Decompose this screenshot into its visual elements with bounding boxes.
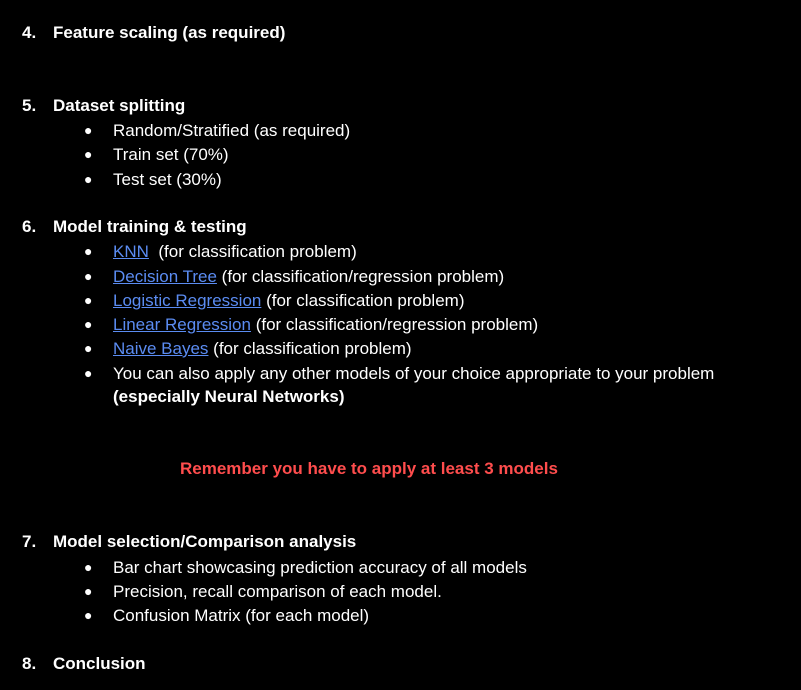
list-item: ● Decision Tree (for classification/regre… [84, 266, 504, 287]
bullet-icon: ● [84, 340, 93, 356]
list-item: ● Test set (30%) [84, 169, 222, 190]
bullet-icon: ● [84, 171, 93, 187]
section-heading-7: 7. Model selection/Comparison analysis [22, 532, 356, 552]
list-item-text: Test set (30%) [113, 170, 222, 189]
section-heading-8: 8. Conclusion [22, 654, 146, 674]
bullet-icon: ● [84, 316, 93, 332]
section-title: Feature scaling (as required) [53, 23, 286, 42]
list-item: ● Linear Regression (for classification/r… [84, 314, 538, 335]
list-item-continuation: (especially Neural Networks) [113, 387, 345, 406]
list-item: ● You can also apply any other models of … [84, 363, 714, 384]
bullet-icon: ● [84, 607, 93, 623]
document-page: 4. Feature scaling (as required) 5. Datase… [0, 0, 801, 690]
section-number: 6. [22, 217, 37, 236]
list-item: ● Random/Stratified (as required) [84, 120, 350, 141]
link-logistic-regression[interactable]: Logistic Regression [113, 291, 261, 310]
list-item-text: Train set (70%) [113, 145, 229, 164]
section-title: Conclusion [53, 654, 146, 673]
list-item: ● Train set (70%) [84, 144, 229, 165]
section-number: 4. [22, 23, 37, 42]
list-item-text: Random/Stratified (as required) [113, 121, 351, 140]
section-number: 8. [22, 654, 37, 673]
list-item-text: (for classification problem) [148, 242, 357, 261]
list-item: ● Naive Bayes (for classification problem… [84, 338, 412, 359]
list-item: ● Precision, recall comparison of each mo… [84, 581, 442, 602]
list-item-text: Bar chart showcasing prediction accuracy… [113, 558, 527, 577]
list-item-text: You can also apply any other models of y… [113, 364, 715, 383]
bullet-icon: ● [84, 292, 93, 308]
bullet-icon: ● [84, 583, 93, 599]
link-linear-regression[interactable]: Linear Regression [113, 315, 251, 334]
list-item-text: (for classification problem) [208, 339, 412, 358]
bullet-icon: ● [84, 365, 93, 381]
list-item-text: Precision, recall comparison of each mod… [113, 582, 442, 601]
list-item-text: Confusion Matrix (for each model) [113, 606, 370, 625]
highlight-notice: Remember you have to apply at least 3 mo… [180, 459, 558, 478]
bullet-icon: ● [84, 559, 93, 575]
list-item: ● Bar chart showcasing prediction accurac… [84, 557, 527, 578]
section-number: 7. [22, 532, 37, 551]
list-item-text: (for classification/regression problem) [250, 315, 539, 334]
list-item: ● Logistic Regression (for classification… [84, 290, 464, 311]
section-number: 5. [22, 96, 37, 115]
list-item: ● Confusion Matrix (for each model) [84, 605, 369, 626]
link-knn[interactable]: KNN [113, 242, 149, 261]
section-title: Model training & testing [53, 217, 247, 236]
link-decision-tree[interactable]: Decision Tree [113, 267, 217, 286]
list-item-text: (for classification problem) [261, 291, 465, 310]
section-heading-5: 5. Dataset splitting [22, 96, 185, 116]
bullet-icon: ● [84, 268, 93, 284]
section-title: Dataset splitting [53, 96, 186, 115]
bullet-icon: ● [84, 243, 93, 259]
section-title: Model selection/Comparison analysis [53, 532, 357, 551]
list-item-text: (for classification/regression problem) [216, 267, 505, 286]
bullet-icon: ● [84, 122, 93, 138]
section-heading-6: 6. Model training & testing [22, 217, 247, 237]
link-naive-bayes[interactable]: Naive Bayes [113, 339, 208, 358]
bullet-icon: ● [84, 146, 93, 162]
list-item: ● KNN (for classification problem) [84, 241, 357, 262]
section-heading-4: 4. Feature scaling (as required) [22, 23, 285, 43]
